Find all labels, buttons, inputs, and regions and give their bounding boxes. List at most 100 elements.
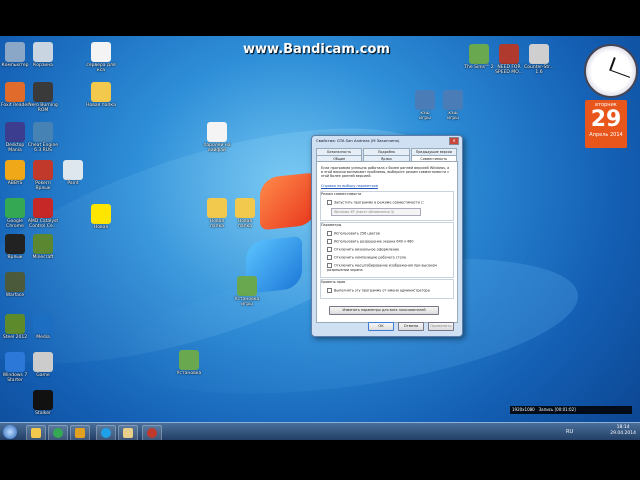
desktop-icon[interactable]: паролей на вайфай — [196, 122, 238, 154]
param-dpi-scaling[interactable]: Отключить масштабирование изображения пр… — [327, 263, 443, 272]
desktop-icon-label: сервера для кса — [86, 63, 116, 73]
app-icon — [33, 122, 53, 142]
tab-details[interactable]: Подробно — [363, 148, 410, 155]
tray-date: 29.04.2014 — [610, 431, 636, 436]
cancel-button[interactable]: Отмена — [398, 322, 424, 331]
app-icon — [207, 122, 227, 142]
compatibility-panel: Если программа успешно работала с более … — [316, 161, 458, 323]
desktop-icon-label: Корзина — [33, 63, 53, 68]
rec-status: Запись [00:01:02] — [538, 407, 576, 412]
app-icon — [33, 82, 53, 102]
taskbar: RU 18:14 29.04.2014 — [0, 422, 640, 441]
taskbar-folder[interactable] — [118, 425, 138, 441]
rec-resolution: 1920x1080 — [512, 407, 535, 412]
desktop-icon[interactable]: Game — [22, 352, 64, 379]
desktop-icon[interactable]: Warface — [0, 272, 36, 299]
app-icon — [237, 276, 257, 296]
compat-group-label: Режим совместимости — [321, 192, 362, 196]
dialog-title-text: Свойства: GTA San Andreas (M Закончено) — [316, 138, 400, 143]
app-icon — [33, 314, 53, 334]
taskbar-skype[interactable] — [96, 425, 116, 441]
intro-text: Если программа успешно работала с более … — [321, 166, 450, 178]
desktop-icon-label: Новая — [93, 225, 109, 230]
change-all-users-button[interactable]: Изменить параметры для всех пользователе… — [329, 306, 439, 315]
recording-bar: 1920x1080 Запись [00:01:02] — [510, 406, 632, 414]
privilege-group-label: Уровень прав — [321, 280, 346, 284]
desktop-icon[interactable]: кэш игры — [432, 90, 474, 122]
desktop-icon[interactable]: AMD Catalyst Control Ce... — [22, 198, 64, 230]
desktop-icon-label: Cheat Engine 6.3 RUS — [27, 143, 59, 153]
desktop-icon-label: Новая папка — [237, 219, 253, 229]
desktop-icon-label: паролей на вайфай — [203, 143, 231, 153]
desktop-icon-label: Stalker — [35, 411, 51, 416]
dialog-title[interactable]: Свойства: GTA San Andreas (M Закончено) … — [312, 136, 462, 148]
start-button[interactable] — [3, 425, 17, 439]
desktop-icon[interactable]: Paint — [52, 160, 94, 187]
params-group-label: Параметры — [321, 223, 342, 227]
desktop-icon-label: Nero Burning ROM — [28, 103, 58, 113]
desktop-icon-label: Game — [36, 373, 50, 378]
desktop-icon[interactable]: Counter-Str... 1.6 — [518, 44, 560, 76]
taskbar-explorer[interactable] — [26, 425, 46, 441]
calendar-gadget: вторник 29 Апрель 2014 — [585, 100, 627, 148]
param-desktop-composition[interactable]: Отключить композицию рабочего стола — [327, 255, 406, 260]
desktop-icon[interactable]: Корзина — [22, 42, 64, 69]
app-icon — [33, 198, 53, 218]
app-icon — [33, 160, 53, 180]
desktop: www.Bandicam.com Компьютер Корзина сервера… — [0, 36, 640, 422]
desktop-icon[interactable]: Stalker — [22, 390, 64, 417]
app-icon — [33, 390, 53, 410]
checkbox-icon[interactable] — [327, 200, 332, 205]
desktop-icon-label: Media — [36, 335, 50, 340]
desktop-icon[interactable]: сервера для кса — [80, 42, 122, 74]
apply-button[interactable]: Применить — [428, 322, 454, 331]
param-visual-themes[interactable]: Отключить визуальное оформление — [327, 247, 399, 252]
video-letterbox-top — [0, 0, 640, 36]
app-icon — [235, 198, 255, 218]
app-icon — [529, 44, 549, 64]
desktop-icon[interactable]: Новая — [80, 204, 122, 231]
app-icon — [91, 82, 111, 102]
desktop-icon[interactable]: Установка — [168, 350, 210, 377]
desktop-icon-label: AMD Catalyst Control Ce... — [27, 219, 59, 229]
taskbar-bandicam[interactable] — [142, 425, 162, 441]
desktop-icon-label: Minecraft — [32, 255, 54, 260]
app-icon — [179, 350, 199, 370]
ok-button[interactable]: OK — [368, 322, 394, 331]
desktop-icon[interactable]: Nero Burning ROM — [22, 82, 64, 114]
app-icon — [91, 204, 111, 224]
param-256-colors[interactable]: Использовать 256 цветов — [327, 231, 380, 236]
compat-checkbox-label: Запустить программу в режиме совместимос… — [334, 200, 424, 205]
tab-previous-versions[interactable]: Предыдущие версии — [410, 148, 457, 155]
app-icon — [33, 42, 53, 62]
desktop-icon-label: Warface — [5, 293, 25, 298]
desktop-icon[interactable]: Установка игры — [226, 276, 268, 308]
desktop-icon-label: Установка игры — [234, 297, 260, 307]
taskbar-media[interactable] — [70, 425, 90, 441]
app-icon — [469, 44, 489, 64]
param-640x480[interactable]: Использовать разрешение экрана 640 x 480 — [327, 239, 414, 244]
tray-clock[interactable]: 18:14 29.04.2014 — [610, 425, 636, 437]
desktop-icon[interactable]: Новая папка — [80, 82, 122, 109]
video-letterbox-bottom — [0, 440, 640, 480]
properties-dialog: Свойства: GTA San Andreas (M Закончено) … — [311, 135, 463, 337]
taskbar-chrome[interactable] — [48, 425, 68, 441]
help-link[interactable]: Справка по выбору параметров — [321, 184, 378, 188]
tab-security[interactable]: Безопасность — [316, 148, 363, 155]
compat-select[interactable]: Windows XP (пакет обновления 3) — [331, 208, 421, 216]
desktop-icon-label: Новая папка — [86, 103, 116, 108]
close-icon[interactable]: ✕ — [449, 137, 459, 145]
desktop-icon[interactable]: Media — [22, 314, 64, 341]
desktop-icon[interactable]: Новая папка — [224, 198, 266, 230]
app-icon — [91, 42, 111, 62]
language-indicator[interactable]: RU — [566, 429, 573, 435]
app-icon — [499, 44, 519, 64]
compat-checkbox[interactable]: Запустить программу в режиме совместимос… — [327, 200, 424, 205]
desktop-icon[interactable]: Minecraft — [22, 234, 64, 261]
run-as-admin-checkbox[interactable]: Выполнять эту программу от имени админис… — [327, 288, 430, 293]
desktop-icon-label: кэш игры — [447, 111, 459, 121]
calendar-day: 29 — [590, 107, 622, 132]
desktop-icon-label: Counter-Str... 1.6 — [524, 65, 554, 75]
desktop-icon[interactable]: Cheat Engine 6.3 RUS — [22, 122, 64, 154]
calendar-month: Апрель 2014 — [589, 132, 623, 138]
